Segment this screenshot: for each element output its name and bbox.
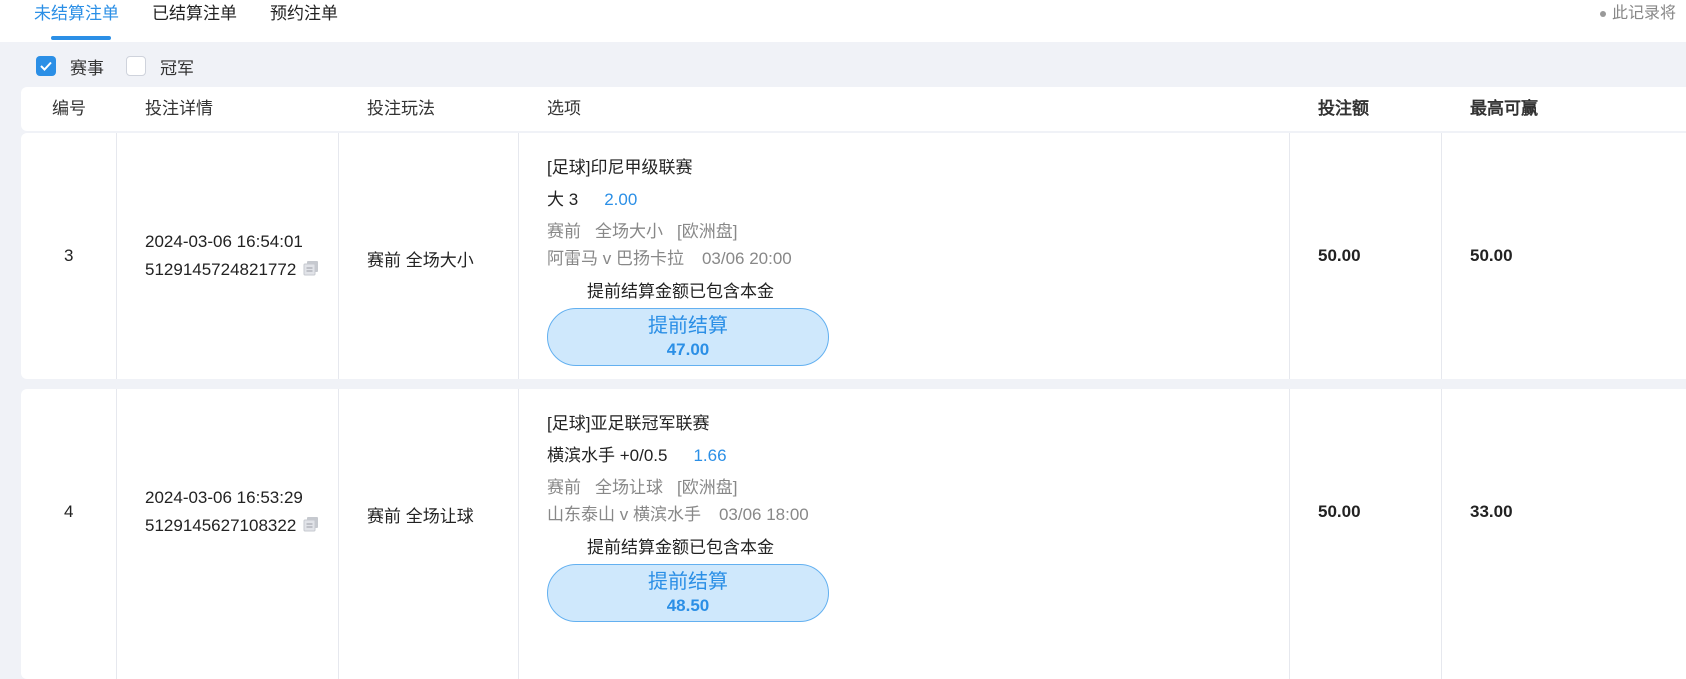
match-teams: 阿雷马 v 巴扬卡拉 bbox=[547, 249, 684, 268]
max-win-amount: 33.00 bbox=[1470, 502, 1513, 521]
cashout-button[interactable]: 提前结算 48.50 bbox=[547, 564, 829, 622]
column-divider bbox=[518, 133, 519, 379]
match-info: 阿雷马 v 巴扬卡拉 03/06 20:00 bbox=[547, 244, 792, 269]
market-stage: 赛前 bbox=[547, 478, 581, 497]
market-name: 全场大小 bbox=[595, 222, 663, 241]
market-type: [欧洲盘] bbox=[677, 478, 738, 497]
check-icon bbox=[40, 61, 52, 71]
col-max-win: 最高可赢 bbox=[1470, 99, 1538, 118]
table-row: 4 2024-03-06 16:53:29 5129145627108322 赛… bbox=[21, 389, 1686, 679]
notice-label: 此记录将 bbox=[1612, 5, 1677, 22]
copy-icon[interactable] bbox=[302, 515, 320, 538]
column-divider bbox=[518, 389, 519, 679]
table-header: 编号 投注详情 投注玩法 选项 投注额 最高可赢 bbox=[21, 87, 1686, 131]
column-divider bbox=[116, 133, 117, 379]
col-play: 投注玩法 bbox=[367, 99, 435, 118]
cashout-label: 提前结算 bbox=[648, 571, 728, 593]
order-tabs: 未结算注单 已结算注单 预约注单 此记录将 bbox=[0, 0, 1686, 42]
tab-settled[interactable]: 已结算注单 bbox=[152, 0, 237, 42]
bet-datetime: 2024-03-06 16:53:29 bbox=[145, 488, 303, 507]
notice-text: 此记录将 bbox=[1600, 0, 1676, 28]
market-type: [欧洲盘] bbox=[677, 222, 738, 241]
match-time: 03/06 18:00 bbox=[718, 505, 809, 524]
order-number-text: 5129145724821772 bbox=[145, 259, 297, 279]
champion-checkbox[interactable] bbox=[126, 56, 146, 76]
order-number: 5129145627108322 bbox=[145, 515, 320, 538]
market-info: 赛前 全场让球 [欧洲盘] bbox=[547, 473, 737, 498]
row-id: 4 bbox=[64, 502, 74, 521]
bet-datetime: 2024-03-06 16:54:01 bbox=[145, 232, 303, 251]
odds: 1.66 bbox=[693, 446, 727, 465]
cashout-amount: 48.50 bbox=[666, 596, 710, 615]
filter-bar: 赛事 冠军 bbox=[36, 54, 216, 78]
event-filter-label: 赛事 bbox=[70, 58, 104, 78]
bullet-icon bbox=[1600, 10, 1606, 17]
odds: 2.00 bbox=[604, 190, 638, 209]
column-divider bbox=[116, 389, 117, 679]
selection-line: 横滨水手 +0/0.5 1.66 bbox=[547, 441, 727, 466]
order-number-text: 5129145627108322 bbox=[145, 515, 297, 535]
column-divider bbox=[1289, 133, 1290, 379]
max-win-amount: 50.00 bbox=[1470, 246, 1513, 265]
match-info: 山东泰山 v 横滨水手 03/06 18:00 bbox=[547, 500, 809, 525]
stake-amount: 50.00 bbox=[1318, 246, 1361, 265]
col-details: 投注详情 bbox=[145, 99, 213, 118]
col-stake: 投注额 bbox=[1318, 99, 1369, 118]
event-checkbox[interactable] bbox=[36, 56, 56, 76]
market-stage: 赛前 bbox=[547, 222, 581, 241]
stake-amount: 50.00 bbox=[1318, 502, 1361, 521]
active-tab-indicator bbox=[51, 36, 111, 40]
match-time: 03/06 20:00 bbox=[701, 249, 792, 268]
column-divider bbox=[1289, 389, 1290, 679]
match-teams: 山东泰山 v 横滨水手 bbox=[547, 505, 701, 524]
table-row: 3 2024-03-06 16:54:01 5129145724821772 赛… bbox=[21, 133, 1686, 379]
league-name: [足球]印尼甲级联赛 bbox=[547, 158, 693, 177]
selection-line: 大 3 2.00 bbox=[547, 185, 637, 210]
row-id: 3 bbox=[64, 246, 74, 265]
order-number: 5129145724821772 bbox=[145, 259, 320, 282]
play-type: 赛前 全场让球 bbox=[367, 507, 474, 526]
tab-reserved[interactable]: 预约注单 bbox=[270, 0, 338, 42]
column-divider bbox=[338, 133, 339, 379]
selection: 大 3 bbox=[547, 190, 579, 209]
cashout-label: 提前结算 bbox=[648, 315, 728, 337]
champion-filter-label: 冠军 bbox=[160, 58, 194, 78]
cashout-note: 提前结算金额已包含本金 bbox=[587, 538, 774, 557]
play-type: 赛前 全场大小 bbox=[367, 251, 474, 270]
column-divider bbox=[1441, 133, 1442, 379]
league-name: [足球]亚足联冠军联赛 bbox=[547, 414, 710, 433]
column-divider bbox=[338, 389, 339, 679]
copy-icon[interactable] bbox=[302, 259, 320, 282]
column-divider bbox=[1441, 389, 1442, 679]
col-option: 选项 bbox=[547, 99, 581, 118]
market-info: 赛前 全场大小 [欧洲盘] bbox=[547, 217, 737, 242]
market-name: 全场让球 bbox=[595, 478, 663, 497]
cashout-note: 提前结算金额已包含本金 bbox=[587, 282, 774, 301]
cashout-button[interactable]: 提前结算 47.00 bbox=[547, 308, 829, 366]
selection: 横滨水手 +0/0.5 bbox=[547, 446, 668, 465]
cashout-amount: 47.00 bbox=[666, 340, 710, 359]
col-id: 编号 bbox=[52, 99, 86, 118]
